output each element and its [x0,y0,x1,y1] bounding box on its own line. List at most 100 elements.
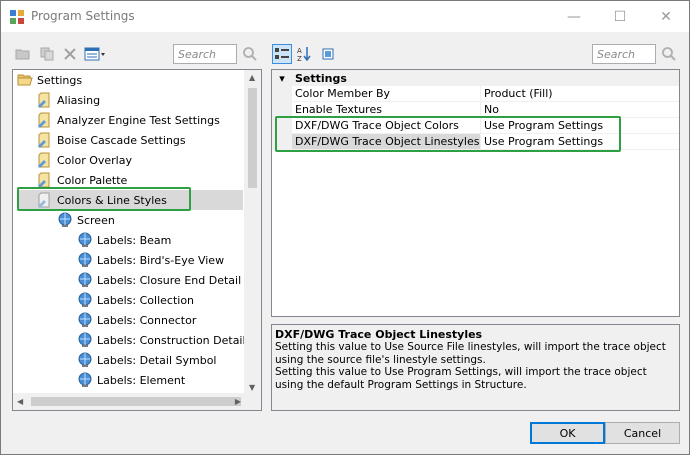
settings-page-icon [38,172,50,188]
categorized-view-button[interactable] [272,44,292,64]
collapse-chevron-icon[interactable]: ▾ [272,72,292,85]
screen-globe-icon [58,212,72,227]
minimize-icon: — [567,8,581,25]
property-name: Color Member By [292,86,481,102]
search-icon [662,47,676,61]
app-icon [10,10,24,24]
tree-item-labels-connector[interactable]: Labels: Connector [77,310,196,330]
tree-item-label: Color Palette [57,173,128,187]
property-value[interactable]: Product (Fill) [481,86,679,102]
view-options-dropdown[interactable] [83,45,107,63]
tree-item-label: Color Overlay [57,153,132,167]
tree-item-color-overlay[interactable]: Color Overlay [37,150,132,170]
settings-page-icon [38,152,50,168]
tree-search-input[interactable] [173,44,237,64]
settings-page-icon [38,92,50,108]
scroll-down-icon[interactable]: ▼ [249,383,255,392]
label-globe-icon [78,292,92,307]
tree-item-labels-collection[interactable]: Labels: Collection [77,290,194,310]
tree-item-label: Colors & Line Styles [57,193,167,207]
property-row-trace-object-linestyles[interactable]: DXF/DWG Trace Object Linestyles Use Prog… [272,134,679,150]
new-folder-button[interactable] [14,45,32,63]
tree-item-colors-line-styles[interactable]: Colors & Line Styles [17,190,243,210]
tree-item-labels-construction[interactable]: Labels: Construction Details [77,330,251,350]
tree-item-label: Labels: Bird's-Eye View [97,253,225,267]
tree-item-label: Labels: Construction Details [97,333,252,347]
property-grid[interactable]: ▾ Settings Color Member By Product (Fill… [271,69,680,317]
grid-search-button[interactable] [659,44,679,64]
tree-item-label: Labels: Detail Symbol [97,353,217,367]
tree-item-boise-cascade[interactable]: Boise Cascade Settings [37,130,186,150]
scroll-right-icon[interactable]: ▶ [235,397,241,406]
ok-button[interactable]: OK [530,422,605,444]
categorized-icon [275,48,289,59]
tree-root-label: Settings [37,73,83,87]
maximize-icon: ☐ [613,8,627,25]
tree-item-aliasing[interactable]: Aliasing [37,90,100,110]
program-settings-window: Program Settings — ☐ ✕ Search Settings A… [0,0,690,455]
tree-item-label: Boise Cascade Settings [57,133,186,147]
property-pages-button[interactable] [319,45,337,63]
property-pages-icon [322,48,334,60]
tree-item-analyzer-engine[interactable]: Analyzer Engine Test Settings [37,110,220,130]
tree-item-labels-element[interactable]: Labels: Element [77,370,185,390]
tree-item-label: Labels: Beam [97,233,172,247]
scroll-up-icon[interactable]: ▲ [249,73,255,82]
category-label: Settings [295,71,347,85]
delete-x-icon [64,48,76,60]
category-settings[interactable]: ▾ Settings [272,70,679,86]
minimize-button[interactable]: — [551,1,597,32]
tree-item-label: Labels: Connector [97,313,197,327]
tree-horizontal-scrollbar[interactable]: ◀ ▶ [13,393,261,410]
tree-item-screen[interactable]: Screen [57,210,115,230]
tree-hscroll-thumb[interactable] [31,397,241,406]
alphabetical-sort-button[interactable]: A Z [295,45,313,63]
property-row-color-member-by[interactable]: Color Member By Product (Fill) [272,86,679,102]
tree-vertical-scrollbar[interactable]: ▲ ▼ [244,70,261,395]
property-name: DXF/DWG Trace Object Linestyles [292,134,481,150]
property-value[interactable]: Use Program Settings [481,134,679,150]
grid-search-input[interactable] [592,44,656,64]
folder-icon [15,49,30,60]
settings-tree[interactable]: Settings Aliasing Analyzer Engine Test S… [12,69,262,411]
tree-item-labels-beam[interactable]: Labels: Beam [77,230,171,250]
settings-page-icon [38,132,50,148]
maximize-button[interactable]: ☐ [597,1,643,32]
label-globe-icon [78,272,92,287]
description-title: DXF/DWG Trace Object Linestyles [275,328,483,341]
label-globe-icon [78,252,92,267]
property-row-trace-object-colors[interactable]: DXF/DWG Trace Object Colors Use Program … [272,118,679,134]
property-value[interactable]: No [481,102,679,118]
property-value[interactable]: Use Program Settings [481,118,679,134]
copy-button[interactable] [38,45,56,63]
copy-icon [40,47,54,61]
title-bar[interactable]: Program Settings — ☐ ✕ [1,1,689,32]
svg-text:Z: Z [297,55,302,62]
tree-item-label: Labels: Collection [97,293,195,307]
open-folder-icon [17,74,33,86]
tree-item-label: Labels: Closure End Detail Type [97,273,262,287]
scroll-left-icon[interactable]: ◀ [17,397,23,406]
delete-button[interactable] [61,45,79,63]
close-icon: ✕ [660,8,672,25]
close-button[interactable]: ✕ [643,1,689,32]
label-globe-icon [78,352,92,367]
tree-root-settings[interactable]: Settings [17,70,82,90]
tree-vscroll-thumb[interactable] [248,88,257,188]
tree-item-color-palette[interactable]: Color Palette [37,170,127,190]
sort-az-icon: A Z [297,47,311,62]
label-globe-icon [78,372,92,387]
description-line-1: Setting this value to Use Source File li… [275,341,666,366]
label-globe-icon [78,312,92,327]
description-panel: DXF/DWG Trace Object Linestyles Setting … [271,324,680,411]
tree-item-label: Screen [77,213,115,227]
property-row-enable-textures[interactable]: Enable Textures No [272,102,679,118]
cancel-button[interactable]: Cancel [605,422,680,444]
settings-page-icon [38,192,50,208]
svg-text:A: A [297,47,302,55]
tree-search-button[interactable] [240,44,260,64]
tree-item-labels-closure[interactable]: Labels: Closure End Detail Type [77,270,262,290]
tree-item-labels-detail-symbol[interactable]: Labels: Detail Symbol [77,350,217,370]
tree-item-label: Analyzer Engine Test Settings [57,113,220,127]
tree-item-labels-birds-eye[interactable]: Labels: Bird's-Eye View [77,250,224,270]
